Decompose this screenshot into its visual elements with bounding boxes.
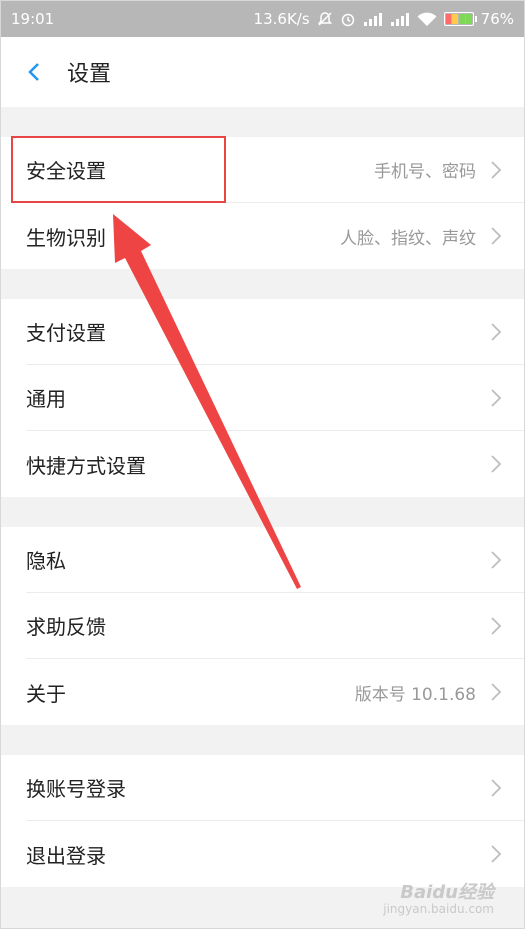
- settings-row[interactable]: 关于 版本号 10.1.68: [26, 659, 524, 725]
- watermark: Baidu经验 jingyan.baidu.com: [383, 883, 494, 916]
- settings-row-value: 人脸、指纹、声纹: [340, 228, 476, 249]
- status-time: 19:01: [11, 10, 55, 28]
- settings-row[interactable]: 退出登录: [26, 821, 524, 887]
- settings-row-label: 隐私: [26, 549, 66, 573]
- app-header: 设置: [1, 37, 524, 107]
- battery-level: 76%: [480, 10, 514, 28]
- settings-row[interactable]: 通用: [26, 365, 524, 431]
- chevron-right-icon: [490, 160, 502, 180]
- page-title: 设置: [67, 62, 112, 87]
- signal-icon-2: [390, 12, 410, 26]
- settings-group: 支付设置通用快捷方式设置: [1, 299, 524, 497]
- chevron-right-icon: [490, 616, 502, 636]
- settings-row[interactable]: 求助反馈: [26, 593, 524, 659]
- settings-row-label: 通用: [26, 387, 66, 411]
- settings-row[interactable]: 快捷方式设置: [26, 431, 524, 497]
- settings-group: 换账号登录 退出登录: [1, 755, 524, 887]
- status-indicators: 13.6K/s 76%: [254, 10, 514, 28]
- battery-indicator: 76%: [443, 10, 514, 28]
- back-button[interactable]: [23, 60, 47, 84]
- settings-row-label: 换账号登录: [26, 777, 126, 801]
- settings-group: 隐私求助反馈关于 版本号 10.1.68: [1, 527, 524, 725]
- settings-row-label: 关于: [26, 681, 66, 706]
- network-speed: 13.6K/s: [253, 10, 310, 28]
- settings-row-label: 支付设置: [26, 321, 106, 345]
- wifi-icon: [417, 12, 437, 27]
- settings-row-label: 快捷方式设置: [26, 453, 146, 478]
- chevron-right-icon: [490, 778, 502, 798]
- settings-group: 安全设置 手机号、密码生物识别 人脸、指纹、声纹: [1, 137, 524, 269]
- settings-row[interactable]: 安全设置 手机号、密码: [26, 137, 524, 203]
- chevron-right-icon: [490, 322, 502, 342]
- chevron-right-icon: [490, 388, 502, 408]
- chevron-right-icon: [490, 844, 502, 864]
- watermark-url: jingyan.baidu.com: [383, 901, 494, 916]
- settings-row-value: 手机号、密码: [374, 162, 476, 182]
- settings-row-value: 版本号 10.1.68: [354, 684, 476, 705]
- settings-row-label: 生物识别: [26, 225, 106, 250]
- alarm-icon: [340, 11, 356, 27]
- chevron-right-icon: [490, 550, 502, 570]
- status-bar: 19:01 13.6K/s 76%: [1, 1, 524, 37]
- chevron-right-icon: [490, 454, 502, 474]
- settings-row[interactable]: 换账号登录: [26, 755, 524, 821]
- chevron-right-icon: [490, 682, 502, 702]
- chevron-left-icon: [28, 63, 39, 81]
- chevron-right-icon: [490, 226, 502, 246]
- mute-bell-icon: [317, 11, 333, 27]
- settings-row[interactable]: 隐私: [26, 527, 524, 593]
- battery-icon: [443, 12, 474, 26]
- settings-row-label: 求助反馈: [26, 615, 106, 639]
- settings-row-label: 退出登录: [26, 843, 106, 868]
- settings-row-label: 安全设置: [26, 159, 106, 183]
- signal-icon: [363, 12, 383, 26]
- settings-list: 安全设置 手机号、密码生物识别 人脸、指纹、声纹支付设置通用快捷方式设置 隐私求助反馈…: [1, 137, 524, 887]
- settings-row[interactable]: 支付设置: [26, 299, 524, 365]
- settings-row[interactable]: 生物识别 人脸、指纹、声纹: [26, 203, 524, 269]
- watermark-brand: Baidu经验: [400, 882, 494, 904]
